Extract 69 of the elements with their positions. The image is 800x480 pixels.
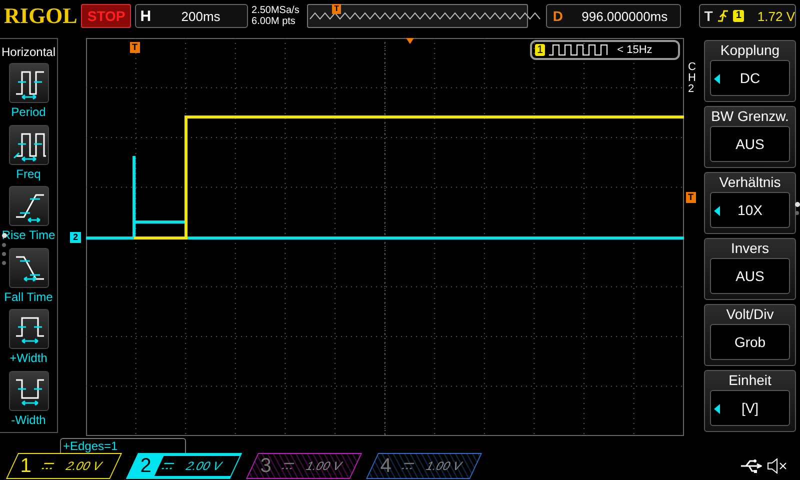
measure-label: +Width xyxy=(10,351,48,365)
option-value: AUS xyxy=(710,258,790,294)
counter-channel-badge: 1 xyxy=(535,44,546,56)
menu-title: Horizontal xyxy=(1,45,56,59)
option-value: 10X xyxy=(710,192,790,228)
measure-label: Freq xyxy=(16,166,41,180)
memory-depth: 6.00M pts xyxy=(252,16,296,27)
dc-coupling-icon xyxy=(281,462,295,470)
measure-button[interactable] xyxy=(8,370,48,410)
dc-coupling-icon xyxy=(41,462,55,470)
option-title: Volt/Div xyxy=(726,305,774,324)
menu-option[interactable]: Kopplung DC xyxy=(704,40,796,102)
option-value: DC xyxy=(710,60,790,96)
trigger-source-badge: 1 xyxy=(732,10,744,22)
measure-label: -Width xyxy=(11,412,46,426)
trigger-display[interactable]: T 1 1.72 V xyxy=(699,4,796,28)
channel-tab[interactable]: 1 2.00 V xyxy=(6,453,122,479)
pulse-train-icon xyxy=(549,44,610,56)
rising-edge-icon xyxy=(718,9,728,23)
counter-reading: < 15Hz xyxy=(617,44,652,56)
dc-coupling-icon xyxy=(401,462,415,470)
mute-icon xyxy=(766,457,788,475)
channel-label: CH2 xyxy=(688,62,697,95)
measure-label: Period xyxy=(11,105,46,119)
channel-offset-marker[interactable]: 2 xyxy=(70,232,82,243)
option-title: Invers xyxy=(730,239,770,258)
menu-option[interactable]: BW Grenzw. AUS xyxy=(704,106,796,168)
measure-button[interactable] xyxy=(8,124,48,164)
channel-tab[interactable]: 3 1.00 V xyxy=(246,453,362,479)
brand-logo: RIGOL xyxy=(4,3,78,29)
menu-option[interactable]: Einheit [V] xyxy=(704,370,796,432)
trigger-level-marker[interactable]: T xyxy=(686,192,696,203)
delay-display[interactable]: D 996.000000ms xyxy=(546,4,682,28)
channel-number: 1 xyxy=(19,454,33,478)
channel-number: 3 xyxy=(259,454,273,478)
channel-scale: 1.00 V xyxy=(302,459,346,473)
trigger-position-marker: T xyxy=(332,4,341,14)
timebase-value: 200ms xyxy=(180,8,222,24)
channel-tab[interactable]: 2 2.00 V xyxy=(126,453,242,479)
trigger-label: T xyxy=(704,8,713,24)
trigger-level: 1.72 V xyxy=(757,8,795,24)
measure-label: Fall Time xyxy=(4,290,53,304)
channel-scale: 1.00 V xyxy=(422,459,466,473)
option-value: Grob xyxy=(710,324,790,360)
option-title: Einheit xyxy=(728,371,772,390)
delay-value: 996.000000ms xyxy=(580,8,669,24)
option-title: Verhältnis xyxy=(719,173,781,192)
sample-rate: 2.50MSa/s xyxy=(252,5,300,16)
timebase-display[interactable]: H 200ms xyxy=(135,4,248,28)
delay-label: D xyxy=(552,8,564,24)
option-title: BW Grenzw. xyxy=(711,107,789,126)
menu-option[interactable]: Invers AUS xyxy=(704,238,796,300)
option-title: Kopplung xyxy=(720,41,780,60)
menu-option[interactable]: Volt/Div Grob xyxy=(704,304,796,366)
menu-option[interactable]: Verhältnis 10X xyxy=(704,172,796,234)
channel-scale: 2.00 V xyxy=(182,459,226,473)
measure-button[interactable] xyxy=(8,309,48,349)
option-value: AUS xyxy=(710,126,790,162)
channel-number: 2 xyxy=(139,454,153,478)
channel-scale: 2.00 V xyxy=(62,459,106,473)
measure-button[interactable] xyxy=(8,63,48,103)
measure-button[interactable] xyxy=(8,186,48,226)
center-marker-icon xyxy=(406,38,414,44)
usb-icon xyxy=(740,459,762,473)
trigger-time-marker[interactable]: T xyxy=(130,42,140,53)
option-value: [V] xyxy=(710,390,790,426)
measure-button[interactable] xyxy=(8,248,48,288)
horizontal-label: H xyxy=(139,8,152,24)
dc-coupling-icon xyxy=(161,462,175,470)
